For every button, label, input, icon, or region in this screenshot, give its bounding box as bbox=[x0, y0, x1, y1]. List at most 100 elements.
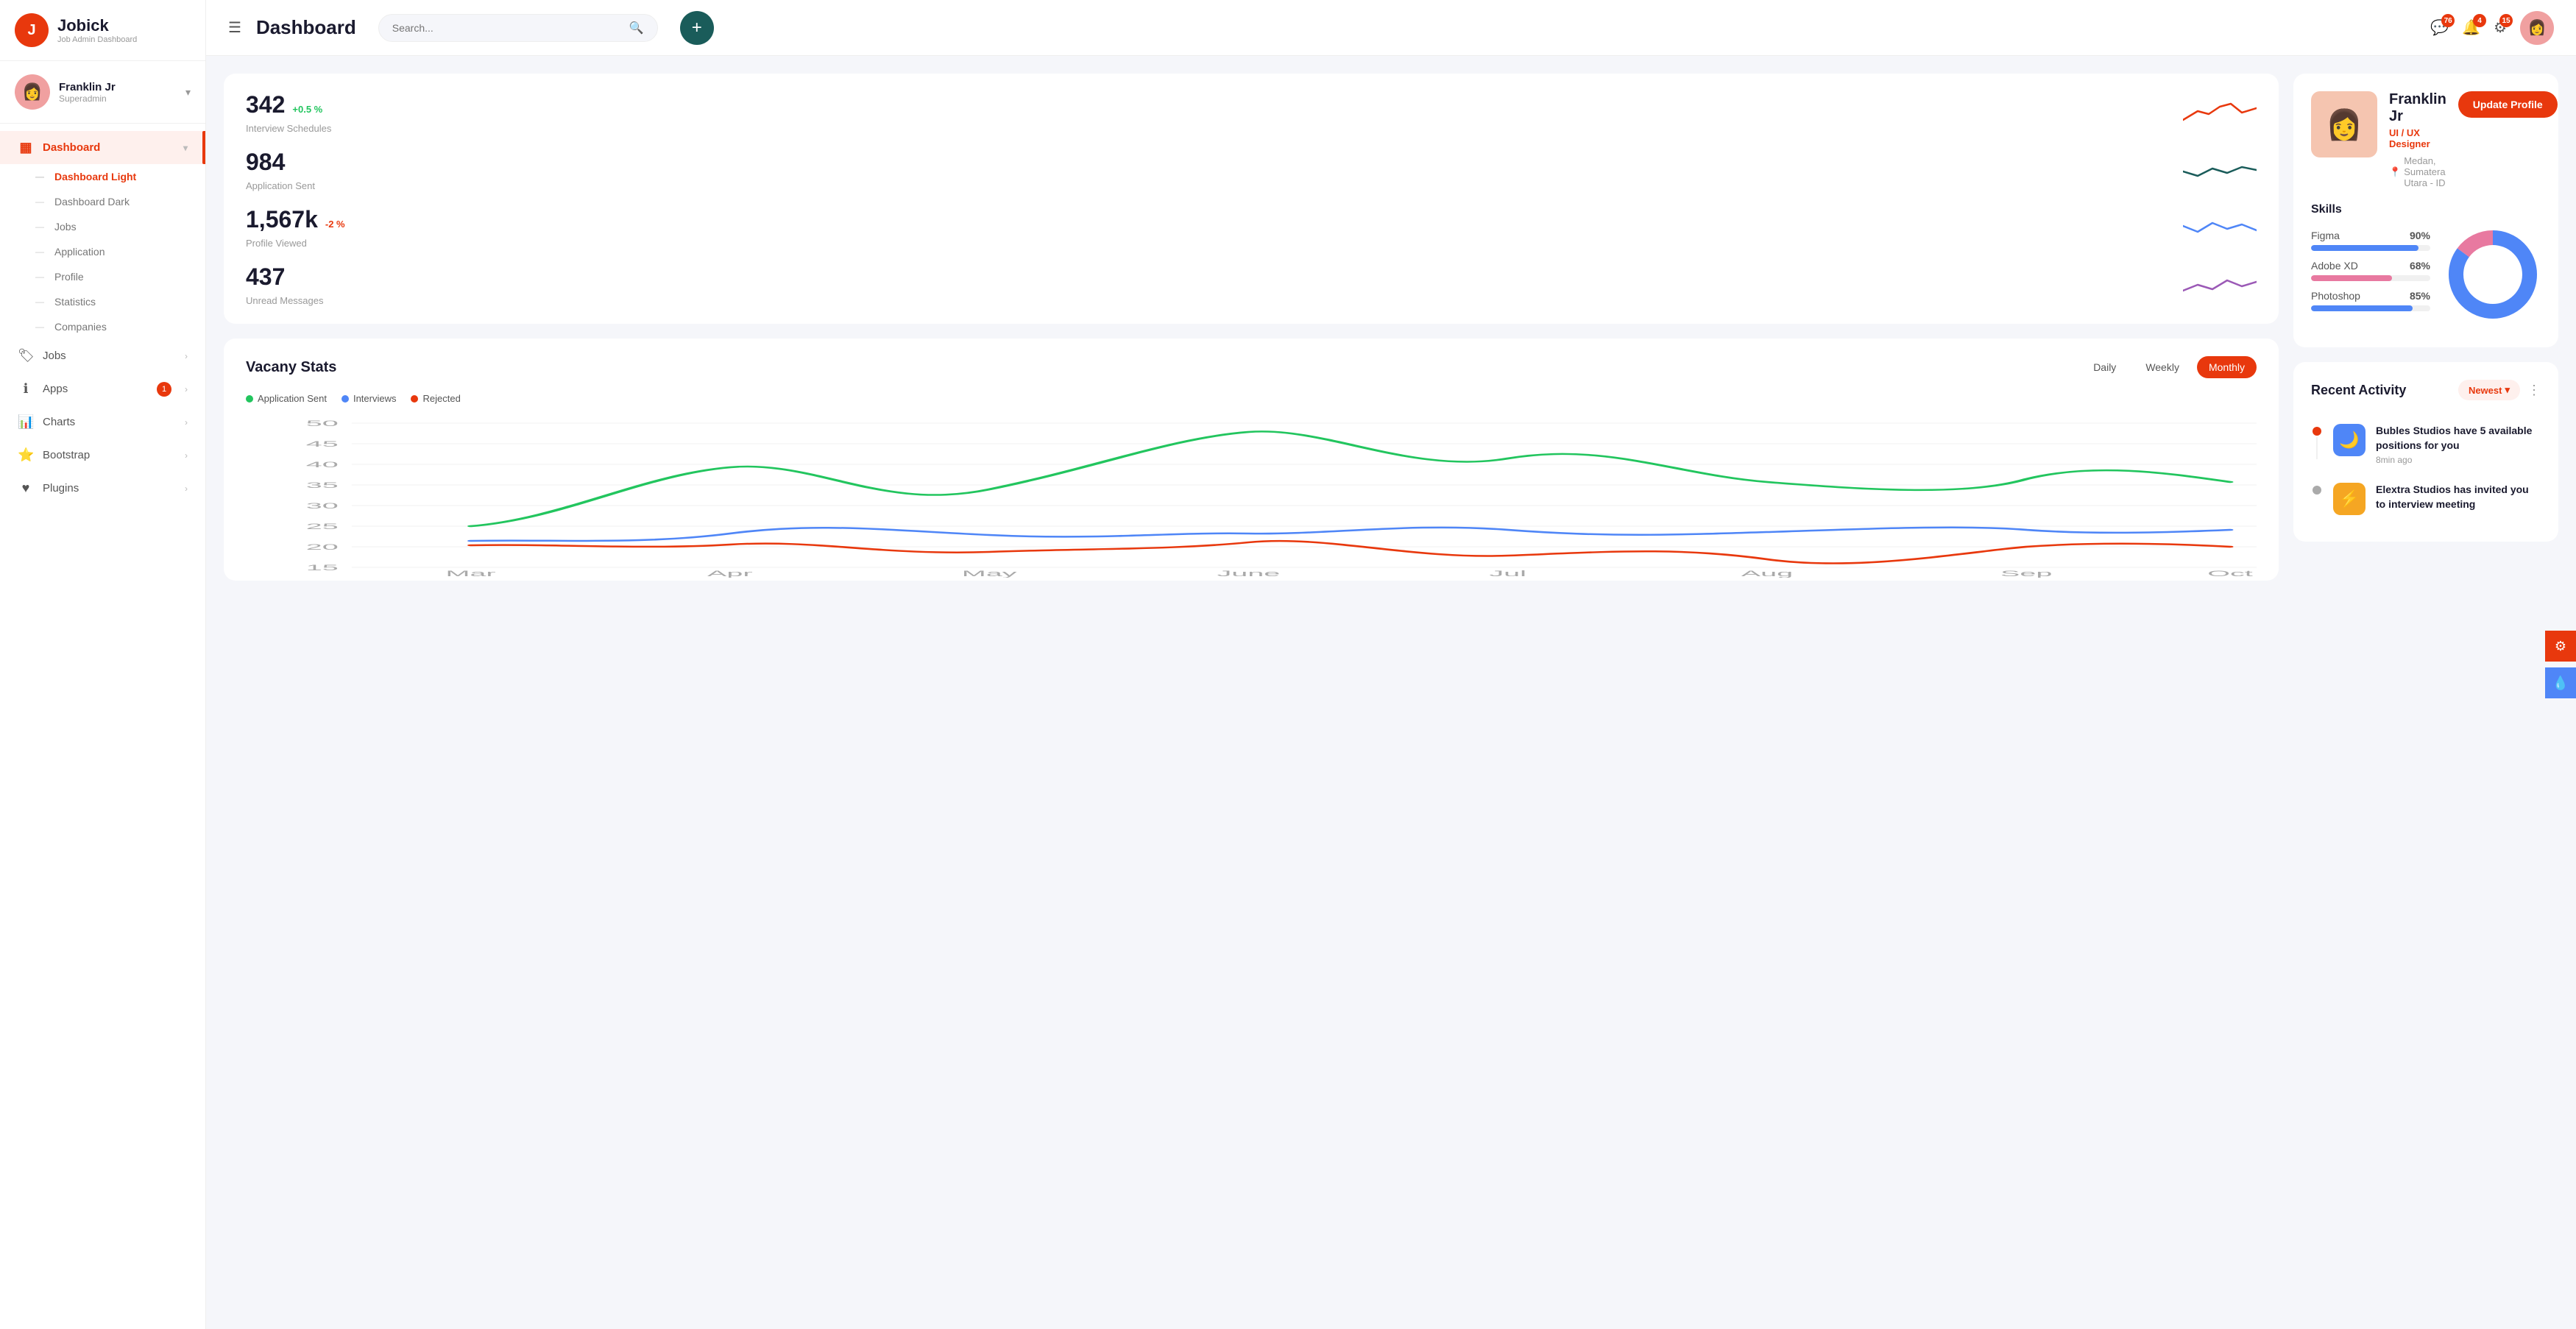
more-options-icon[interactable]: ⋮ bbox=[2527, 383, 2541, 398]
activity-list: 🌙 Bubles Studios have 5 available positi… bbox=[2311, 415, 2541, 524]
filter-daily[interactable]: Daily bbox=[2081, 356, 2128, 378]
vacancy-chart: 50 45 40 35 30 25 20 15 Mar Apr May June… bbox=[246, 416, 2257, 563]
newest-filter-button[interactable]: Newest ▾ bbox=[2458, 380, 2520, 400]
settings-button[interactable]: ⚙ 15 bbox=[2494, 18, 2507, 37]
sidebar-user-avatar: 👩 bbox=[15, 74, 50, 110]
sidebar-item-apps-label: Apps bbox=[43, 383, 68, 395]
svg-text:20: 20 bbox=[306, 543, 339, 552]
svg-text:Mar: Mar bbox=[446, 570, 497, 578]
skill-figma-pct: 90% bbox=[2410, 230, 2430, 241]
newest-label: Newest bbox=[2469, 385, 2502, 396]
stat-profile-value: 1,567k bbox=[246, 206, 318, 233]
svg-text:May: May bbox=[962, 570, 1017, 578]
add-button[interactable]: + bbox=[680, 11, 714, 45]
vacancy-card: Vacany Stats Daily Weekly Monthly Applic… bbox=[224, 339, 2279, 581]
dashboard-right: 👩 Franklin Jr UI / UX Designer 📍 Medan, … bbox=[2293, 74, 2558, 1329]
profile-name: Franklin Jr bbox=[2389, 91, 2446, 125]
profile-location-text: Medan, Sumatera Utara - ID bbox=[2404, 155, 2446, 188]
search-input[interactable] bbox=[392, 22, 622, 34]
timeline-line bbox=[2316, 437, 2318, 459]
sidebar-item-bootstrap-label: Bootstrap bbox=[43, 449, 90, 461]
vacancy-title: Vacany Stats bbox=[246, 359, 336, 376]
apps-badge: 1 bbox=[157, 382, 171, 397]
sidebar-subitem-statistics[interactable]: Statistics bbox=[0, 289, 205, 314]
stats-card: 342 +0.5 % Interview Schedules 984 Appli… bbox=[224, 74, 2279, 324]
notifications-button[interactable]: 🔔 4 bbox=[2462, 18, 2480, 37]
filter-weekly[interactable]: Weekly bbox=[2134, 356, 2191, 378]
svg-text:Sep: Sep bbox=[2000, 570, 2052, 578]
messages-badge: 76 bbox=[2441, 14, 2455, 27]
sidebar-item-jobs[interactable]: 🏷 Jobs › bbox=[0, 339, 205, 372]
sidebar-item-dashboard[interactable]: ▦ Dashboard ▾ bbox=[0, 131, 205, 164]
sidebar-user-chevron[interactable]: ▾ bbox=[185, 86, 191, 99]
jobs-icon: 🏷 bbox=[18, 348, 34, 364]
activity-item: ⚡ Elextra Studios has invited you to int… bbox=[2311, 474, 2541, 524]
sidebar-item-bootstrap[interactable]: ⭐ Bootstrap › bbox=[0, 439, 205, 472]
update-profile-button[interactable]: Update Profile bbox=[2458, 91, 2558, 118]
panel-paint-button[interactable]: 💧 bbox=[2545, 667, 2576, 698]
stat-interview-change: +0.5 % bbox=[292, 104, 322, 115]
profile-info: Franklin Jr UI / UX Designer 📍 Medan, Su… bbox=[2389, 91, 2446, 188]
sidebar-item-plugins[interactable]: ♥ Plugins › bbox=[0, 472, 205, 505]
sidebar: J Jobick Job Admin Dashboard 👩 Franklin … bbox=[0, 0, 206, 1329]
activity-icon-elextra: ⚡ bbox=[2333, 483, 2366, 515]
page-title: Dashboard bbox=[256, 16, 356, 39]
skill-adobexd-bar bbox=[2311, 275, 2392, 281]
search-icon: 🔍 bbox=[629, 21, 644, 35]
svg-text:45: 45 bbox=[306, 440, 339, 449]
sidebar-item-charts[interactable]: 📊 Charts › bbox=[0, 405, 205, 439]
panel-settings-button[interactable]: ⚙ bbox=[2545, 631, 2576, 662]
skill-figma-bar bbox=[2311, 245, 2418, 251]
sidebar-subitem-dashboard-dark[interactable]: Dashboard Dark bbox=[0, 189, 205, 214]
stat-profile-label: Profile Viewed bbox=[246, 238, 1244, 249]
svg-text:40: 40 bbox=[306, 461, 339, 469]
vacancy-filters: Daily Weekly Monthly bbox=[2081, 356, 2257, 378]
svg-text:15: 15 bbox=[306, 564, 339, 573]
menu-icon[interactable]: ☰ bbox=[228, 18, 241, 37]
profile-role: UI / UX Designer bbox=[2389, 127, 2446, 149]
sidebar-user-role: Superadmin bbox=[59, 93, 116, 104]
activity-content-elextra: Elextra Studios has invited you to inter… bbox=[2376, 483, 2541, 514]
activity-header: Recent Activity Newest ▾ ⋮ bbox=[2311, 380, 2541, 400]
skills-bars: Figma 90% Adobe XD 68% bbox=[2311, 230, 2430, 320]
legend-label-interviews: Interviews bbox=[353, 393, 397, 404]
legend-dot-red bbox=[411, 395, 418, 403]
jobs-chevron: › bbox=[185, 351, 188, 361]
skills-title: Skills bbox=[2311, 203, 2541, 216]
sidebar-subitem-jobs[interactable]: Jobs bbox=[0, 214, 205, 239]
sidebar-subitem-dashboard-light[interactable]: Dashboard Light bbox=[0, 164, 205, 189]
stat-interview-value: 342 bbox=[246, 91, 285, 118]
dashboard-body: 342 +0.5 % Interview Schedules 984 Appli… bbox=[206, 56, 2576, 1329]
sidebar-user[interactable]: 👩 Franklin Jr Superadmin ▾ bbox=[0, 61, 205, 124]
svg-text:35: 35 bbox=[306, 481, 339, 490]
legend-label-application: Application Sent bbox=[258, 393, 327, 404]
charts-icon: 📊 bbox=[18, 414, 34, 430]
sidebar-subitem-application[interactable]: Application bbox=[0, 239, 205, 264]
activity-card: Recent Activity Newest ▾ ⋮ bbox=[2293, 362, 2558, 542]
header-avatar[interactable]: 👩 bbox=[2520, 11, 2554, 45]
activity-content-bubles: Bubles Studios have 5 available position… bbox=[2376, 424, 2541, 465]
legend-interviews: Interviews bbox=[342, 393, 397, 404]
skill-photoshop: Photoshop 85% bbox=[2311, 290, 2430, 311]
stat-messages: 437 Unread Messages bbox=[246, 263, 1244, 306]
filter-monthly[interactable]: Monthly bbox=[2197, 356, 2257, 378]
stat-interview: 342 +0.5 % Interview Schedules bbox=[246, 91, 1244, 134]
vacancy-header: Vacany Stats Daily Weekly Monthly bbox=[246, 356, 2257, 378]
timeline-dot-red bbox=[2313, 427, 2321, 436]
settings-badge: 15 bbox=[2499, 14, 2513, 27]
dashboard-chevron: ▾ bbox=[183, 143, 188, 153]
stat-application-value: 984 bbox=[246, 149, 285, 176]
activity-filters: Newest ▾ ⋮ bbox=[2458, 380, 2541, 400]
profile-header: 👩 Franklin Jr UI / UX Designer 📍 Medan, … bbox=[2311, 91, 2541, 188]
skills-section: Skills Figma 90% bbox=[2311, 203, 2541, 322]
skill-photoshop-pct: 85% bbox=[2410, 290, 2430, 302]
sidebar-subitem-companies[interactable]: Companies bbox=[0, 314, 205, 339]
sidebar-subitem-profile[interactable]: Profile bbox=[0, 264, 205, 289]
skill-figma: Figma 90% bbox=[2311, 230, 2430, 251]
activity-timeline bbox=[2311, 427, 2323, 459]
stat-profile-chart bbox=[1259, 206, 2257, 249]
messages-button[interactable]: 💬 76 bbox=[2430, 18, 2449, 37]
svg-text:June: June bbox=[1217, 570, 1281, 578]
search-bar[interactable]: 🔍 bbox=[378, 14, 658, 42]
sidebar-item-apps[interactable]: ℹ Apps 1 › bbox=[0, 372, 205, 405]
